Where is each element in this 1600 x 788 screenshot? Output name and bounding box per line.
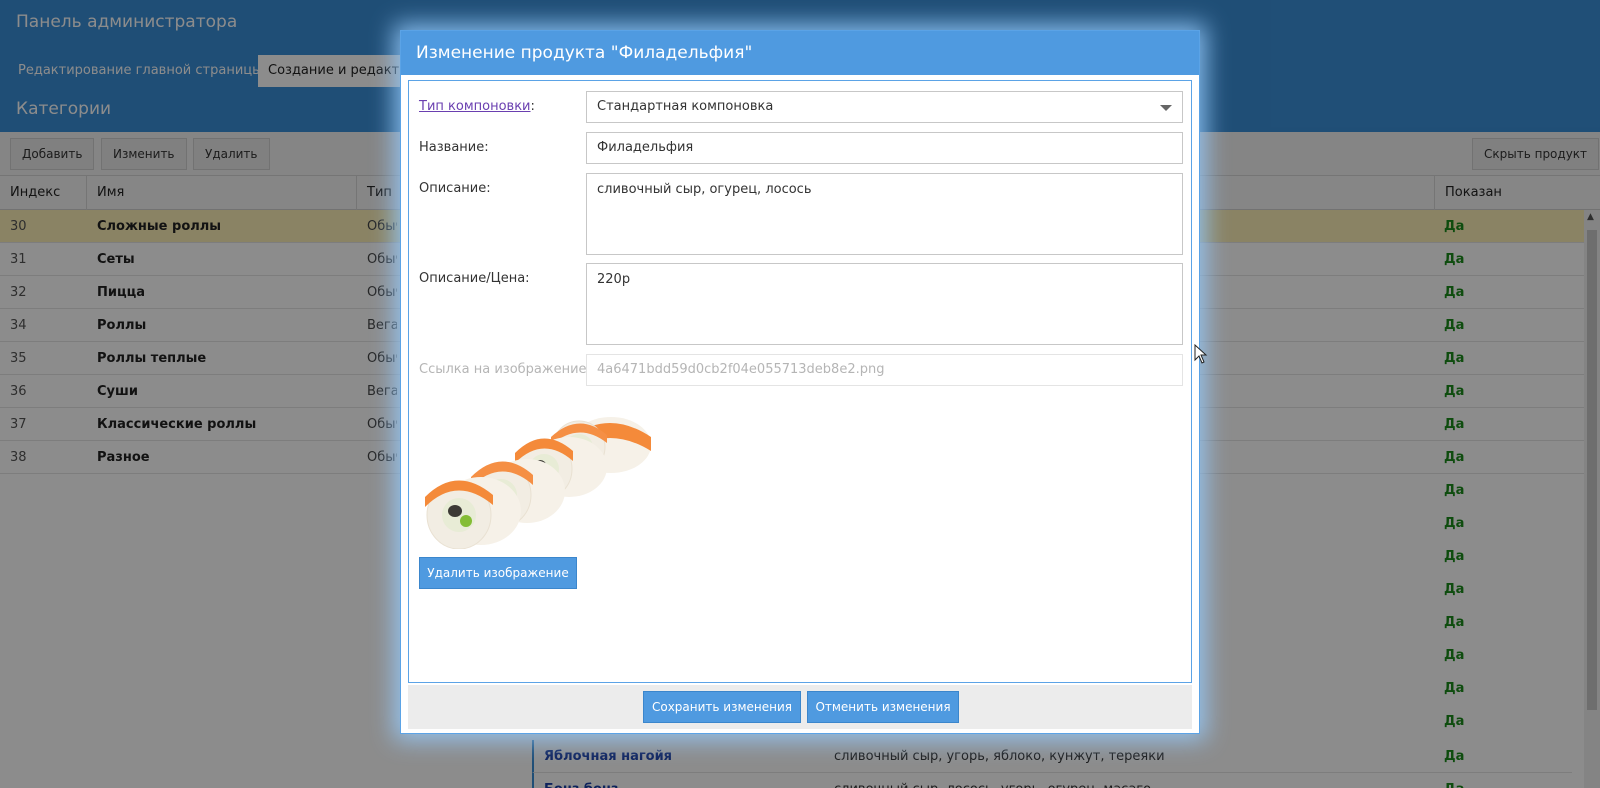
product-image-preview [425,417,651,549]
image-link-field: 4a6471bdd59d0cb2f04e055713deb8e2.png [586,354,1183,386]
name-label: Название: [419,140,489,155]
layout-type-link[interactable]: Тип компоновки [419,99,531,114]
cancel-changes-button[interactable]: Отменить изменения [807,691,959,723]
sushi-roll-image [425,417,651,549]
layout-type-value: Стандартная компоновка [597,99,774,114]
description-field[interactable]: сливочный сыр, огурец, лосось [586,173,1183,255]
mouse-cursor-icon [1194,344,1208,364]
delete-image-button[interactable]: Удалить изображение [419,557,577,589]
dialog-body: Тип компоновки: Стандартная компоновка Н… [408,80,1192,683]
description-label: Описание: [419,181,491,196]
layout-type-colon: : [530,99,535,114]
layout-type-select[interactable]: Стандартная компоновка [586,91,1183,123]
dialog-footer: Сохранить изменения Отменить изменения [408,685,1192,729]
price-label: Описание/Цена: [419,271,530,286]
price-field[interactable]: 220р [586,263,1183,345]
edit-product-dialog: Изменение продукта "Филадельфия" Тип ком… [400,30,1200,734]
chevron-down-icon [1160,105,1172,111]
dialog-title: Изменение продукта "Филадельфия" [401,31,1199,75]
save-changes-button[interactable]: Сохранить изменения [643,691,801,723]
layout-type-label: Тип компоновки: [419,99,535,114]
name-field[interactable]: Филадельфия [586,132,1183,164]
image-link-label: Ссылка на изображение: [419,362,591,377]
